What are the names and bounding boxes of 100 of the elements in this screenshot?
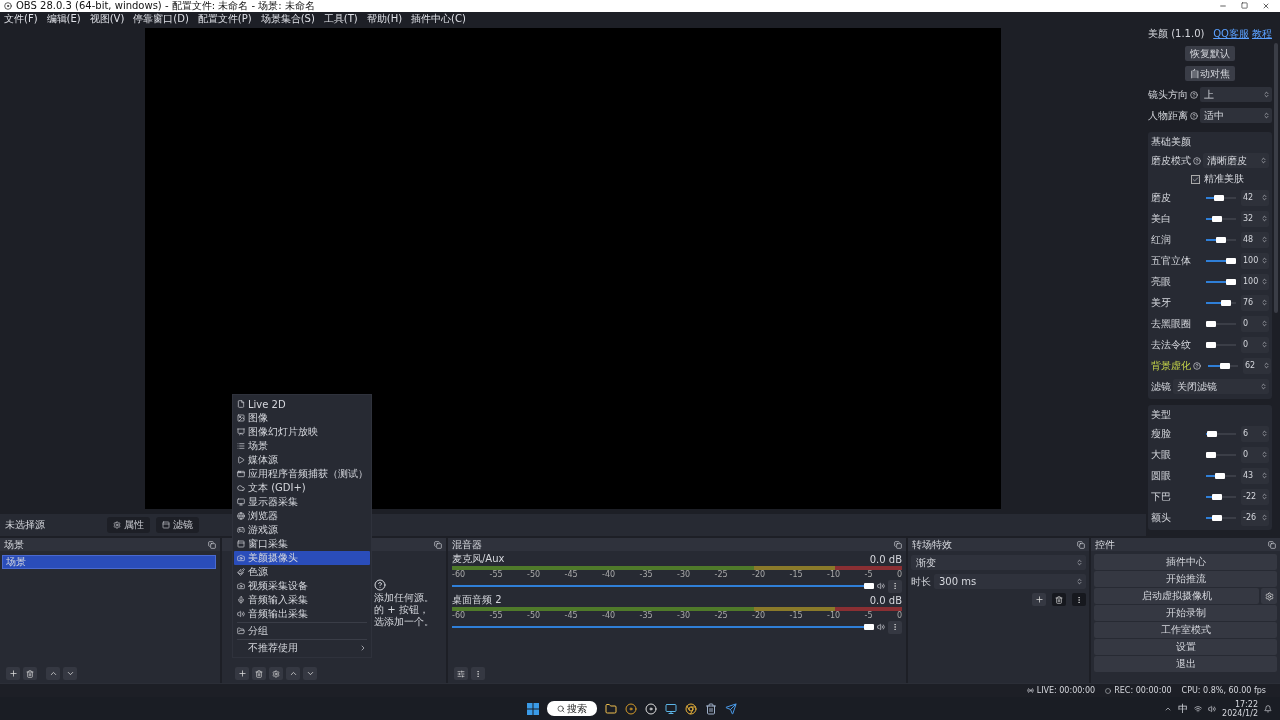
number-spinbox[interactable]: 6 (1241, 425, 1269, 442)
link[interactable]: 教程 (1252, 27, 1272, 41)
control-button[interactable]: 开始推流 (1094, 571, 1277, 587)
menu-item[interactable]: 图像 (234, 411, 370, 425)
menu-item[interactable]: 显示器采集 (234, 495, 370, 509)
control-button[interactable]: 开始录制 (1094, 605, 1277, 621)
number-spinbox[interactable]: 0 (1241, 446, 1269, 463)
dock-title: 控件 (1095, 537, 1115, 552)
meter-tick: -40 (602, 570, 616, 580)
menu-item[interactable]: 编辑(E) (46, 11, 81, 26)
control-button[interactable]: 启动虚拟摄像机 (1094, 588, 1259, 604)
dropdown[interactable]: 适中 (1200, 108, 1272, 123)
meter-tick: -15 (789, 611, 803, 621)
menu-item[interactable]: 配置文件(P) (197, 11, 252, 26)
meter-tick: -30 (677, 611, 691, 621)
number-spinbox[interactable]: 0 (1241, 336, 1269, 353)
menu-item[interactable]: 浏览器 (234, 509, 370, 523)
channel-name: 麦克风/Aux (452, 552, 505, 566)
meter-tick: -50 (527, 611, 541, 621)
meter-tick: -35 (639, 570, 653, 580)
menu-item[interactable]: 场景 (234, 439, 370, 453)
filters-button[interactable]: 滤镜 (156, 517, 199, 533)
number-spinbox[interactable]: 43 (1241, 467, 1269, 484)
control-button[interactable]: 插件中心 (1094, 554, 1277, 570)
number-spinbox[interactable]: -22 (1241, 488, 1269, 505)
number-spinbox[interactable]: -26 (1241, 509, 1269, 526)
autofocus-button[interactable]: 自动对焦 (1185, 66, 1235, 81)
number-spinbox[interactable]: 32 (1241, 210, 1269, 227)
dock-title: 场景 (4, 537, 24, 552)
meter-tick: -30 (677, 570, 691, 580)
menu-item[interactable]: 插件中心(C) (411, 11, 466, 26)
meter-tick: -50 (527, 570, 541, 580)
number-spinbox[interactable]: 48 (1241, 231, 1269, 248)
meter-tick: -5 (864, 570, 873, 580)
menu-item[interactable]: 色源 (234, 565, 370, 579)
menu-item[interactable]: 文件(F) (4, 11, 38, 26)
menu-item[interactable]: 文本 (GDI+) (234, 481, 370, 495)
meter-tick: -60 (452, 611, 466, 621)
dropdown[interactable]: 上 (1200, 87, 1272, 102)
link[interactable]: QQ客服 (1213, 27, 1249, 41)
menu-item[interactable]: 应用程序音频捕获（测试） (234, 467, 370, 481)
menu-item[interactable]: 美颜摄像头 (234, 551, 370, 565)
menu-item[interactable]: 帮助(H) (366, 11, 403, 26)
control-button[interactable]: 退出 (1094, 656, 1277, 672)
reset-button[interactable]: 恢复默认 (1185, 46, 1235, 61)
source-label: 未选择源 (5, 518, 45, 532)
number-spinbox[interactable]: 100 (1241, 252, 1269, 269)
meter-tick: -45 (564, 570, 578, 580)
number-spinbox[interactable]: 76 (1241, 294, 1269, 311)
channel-name: 桌面音频 2 (452, 593, 502, 607)
meter-tick: -20 (752, 570, 766, 580)
slider-label: 背景虚化 (1151, 358, 1191, 373)
dock-title: 转场特效 (912, 537, 952, 552)
menu-item[interactable]: 分组 (234, 624, 370, 638)
properties-button[interactable]: 属性 (107, 517, 150, 533)
number-spinbox[interactable]: 0 (1241, 315, 1269, 332)
menu-item[interactable]: 不推荐使用 (234, 641, 370, 655)
field-label: 镜头方向 (1148, 87, 1188, 102)
meter-tick: -10 (827, 570, 841, 580)
scene-item[interactable]: 场景 (2, 555, 216, 569)
menu-item[interactable]: 视图(V) (89, 11, 125, 26)
transition-dropdown[interactable]: 渐变 (911, 555, 1086, 570)
menu-item[interactable]: 视频采集设备 (234, 579, 370, 593)
dropdown[interactable]: 清晰磨皮 (1203, 153, 1269, 168)
dropdown[interactable]: 关闭滤镜 (1173, 379, 1269, 394)
checkbox-label: 精准美肤 (1204, 172, 1244, 186)
menu-item[interactable]: 音频输入采集 (234, 593, 370, 607)
slider-label: 圆眼 (1151, 468, 1171, 483)
menu-item[interactable]: 停靠窗口(D) (133, 11, 189, 26)
menu-item[interactable]: 图像幻灯片放映 (234, 425, 370, 439)
control-button[interactable]: 工作室模式 (1094, 622, 1277, 638)
menu-item[interactable]: 场景集合(S) (260, 11, 315, 26)
hint-text: 的 + 按钮， (374, 604, 429, 615)
ime-indicator[interactable]: 中 (1178, 701, 1189, 716)
menu-item[interactable]: Live 2D (234, 397, 370, 411)
dock-title: 混音器 (452, 537, 482, 552)
meter-tick: -25 (714, 611, 728, 621)
section-title: 美型 (1151, 408, 1172, 422)
field-label: 滤镜 (1151, 379, 1171, 394)
number-spinbox[interactable]: 62 (1243, 357, 1271, 374)
hint-text: 添加任何源。 (374, 592, 434, 603)
hint-text: 选添加一个。 (374, 616, 434, 627)
search-field[interactable]: 搜索 (547, 701, 598, 716)
slider-label: 下巴 (1151, 489, 1171, 504)
menu-item[interactable]: 音频输出采集 (234, 607, 370, 621)
meter-tick: -20 (752, 611, 766, 621)
clock-date: 2024/1/2 (1222, 708, 1258, 718)
control-button[interactable]: 设置 (1094, 639, 1277, 655)
meter-tick: 0 (896, 570, 902, 580)
menu-item[interactable]: 游戏源 (234, 523, 370, 537)
menu-item[interactable]: 媒体源 (234, 453, 370, 467)
number-spinbox[interactable]: 100 (1241, 273, 1269, 290)
slider-label: 五官立体 (1151, 253, 1191, 268)
duration-field[interactable]: 300 ms (934, 574, 1086, 589)
panel-title: 美颜 (1.1.0) (1148, 27, 1206, 41)
channel-reading: 0.0 dB (869, 594, 902, 606)
number-spinbox[interactable]: 42 (1241, 189, 1269, 206)
meter-tick: -55 (489, 570, 503, 580)
menu-item[interactable]: 工具(T) (323, 11, 358, 26)
meter-tick: -15 (789, 570, 803, 580)
